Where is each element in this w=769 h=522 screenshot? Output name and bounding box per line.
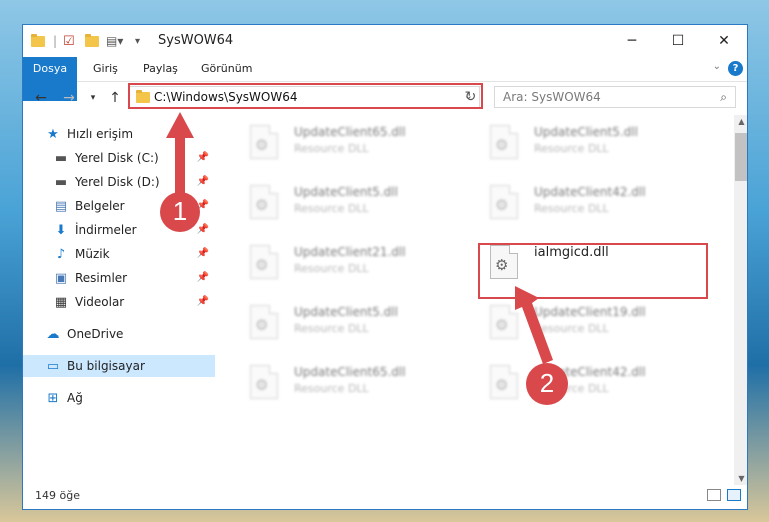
sidebar-item-pictures[interactable]: ▣ Resimler 📌 xyxy=(23,267,215,289)
tab-view[interactable]: Görünüm xyxy=(201,57,252,81)
customize-icon[interactable]: ▤▾ xyxy=(106,33,123,49)
dll-file-icon: ⚙ xyxy=(490,125,518,159)
download-icon: ⬇ xyxy=(55,222,67,238)
address-highlight xyxy=(128,83,483,109)
dll-file-icon: ⚙ xyxy=(250,305,278,339)
properties-icon[interactable]: ☑ xyxy=(63,33,75,49)
callout-number-1: 1 xyxy=(172,196,188,226)
music-icon: ♪ xyxy=(56,246,66,262)
ribbon-tabs: Dosya Giriş Paylaş Görünüm ⌄ ? xyxy=(23,57,747,101)
list-item[interactable]: ⚙ UpdateClient65.dll Resource DLL xyxy=(238,121,468,165)
folder-icon xyxy=(31,33,45,49)
file-name: UpdateClient42.dll xyxy=(534,185,646,199)
sidebar-item-videos[interactable]: ▦ Videolar 📌 xyxy=(23,291,215,313)
recent-locations-icon[interactable]: ▾ xyxy=(83,87,103,109)
search-icon: ⌕ xyxy=(720,90,727,104)
sidebar-item-label: Videolar xyxy=(75,295,125,309)
sidebar-item-label: Yerel Disk (C:) xyxy=(75,151,159,165)
tab-home[interactable]: Giriş xyxy=(93,57,118,81)
file-name: UpdateClient5.dll xyxy=(294,185,398,199)
sidebar-item-label: Yerel Disk (D:) xyxy=(75,175,160,189)
tab-share[interactable]: Paylaş xyxy=(143,57,178,81)
documents-icon: ▤ xyxy=(54,198,68,214)
computer-icon: ▭ xyxy=(46,358,60,374)
drive-icon: ▬ xyxy=(54,150,68,166)
details-view-icon[interactable] xyxy=(707,489,721,501)
dll-file-icon: ⚙ xyxy=(250,245,278,279)
list-item[interactable]: ⚙ UpdateClient5.dll Resource DLL xyxy=(478,121,708,165)
title-bar: | ☑ ▤▾ ▾ SysWOW64 ─ ☐ ✕ xyxy=(23,25,747,57)
pictures-icon: ▣ xyxy=(54,270,68,286)
close-button[interactable]: ✕ xyxy=(701,25,747,57)
search-placeholder: Ara: SysWOW64 xyxy=(503,90,601,104)
pin-icon: 📌 xyxy=(196,296,209,307)
sidebar-item-label: Hızlı erişim xyxy=(67,127,134,141)
sidebar-item-onedrive[interactable]: ☁ OneDrive xyxy=(23,323,215,345)
sidebar-item-label: Ağ xyxy=(67,391,83,405)
up-icon[interactable]: ↑ xyxy=(105,87,125,109)
file-name: UpdateClient65.dll xyxy=(294,365,406,379)
video-icon: ▦ xyxy=(54,294,68,310)
help-icon[interactable]: ? xyxy=(728,61,743,76)
drive-icon: ▬ xyxy=(54,174,68,190)
file-name: UpdateClient21.dll xyxy=(294,245,406,259)
pin-icon: 📌 xyxy=(196,272,209,283)
callout-number-2: 2 xyxy=(539,368,555,398)
dll-file-icon: ⚙ xyxy=(250,125,278,159)
file-type: Resource DLL xyxy=(294,382,369,395)
window-title: SysWOW64 xyxy=(158,33,234,48)
sidebar-item-network[interactable]: ⊞ Ağ xyxy=(23,387,215,409)
explorer-window: | ☑ ▤▾ ▾ SysWOW64 ─ ☐ ✕ Dosya Giriş Payl… xyxy=(22,24,748,510)
maximize-button[interactable]: ☐ xyxy=(655,25,701,57)
new-folder-icon[interactable] xyxy=(85,33,99,49)
file-type: Resource DLL xyxy=(294,202,369,215)
file-type: Resource DLL xyxy=(294,262,369,275)
sidebar-item-label: Belgeler xyxy=(75,199,125,213)
large-icons-view-icon[interactable] xyxy=(727,489,741,501)
separator: | xyxy=(53,34,58,48)
sidebar-item-label: OneDrive xyxy=(67,327,124,341)
scrollbar-thumb[interactable] xyxy=(735,133,747,181)
list-item[interactable]: ⚙ UpdateClient5.dll Resource DLL xyxy=(238,301,468,345)
file-name: UpdateClient5.dll xyxy=(294,305,398,319)
forward-icon[interactable]: → xyxy=(59,87,79,109)
star-icon: ★ xyxy=(47,126,59,142)
file-list: ⚙ UpdateClient65.dll Resource DLL ⚙ Upda… xyxy=(228,115,733,485)
scroll-down-icon[interactable]: ▼ xyxy=(734,474,747,483)
sidebar-item-label: Bu bilgisayar xyxy=(67,359,145,373)
file-name: UpdateClient5.dll xyxy=(534,125,638,139)
file-type: Resource DLL xyxy=(534,202,609,215)
pin-icon: 📌 xyxy=(196,248,209,259)
navigation-bar: ← → ▾ ↑ C:\Windows\SysWOW64 ⌄ ↻ Ara: Sys… xyxy=(23,82,747,114)
file-name: UpdateClient65.dll xyxy=(294,125,406,139)
file-type: Resource DLL xyxy=(534,142,609,155)
back-icon[interactable]: ← xyxy=(31,87,51,109)
list-item[interactable]: ⚙ UpdateClient21.dll Resource DLL xyxy=(238,241,468,285)
sidebar-item-label: Resimler xyxy=(75,271,128,285)
list-item[interactable]: ⚙ UpdateClient42.dll Resource DLL xyxy=(478,181,708,225)
sidebar-item-music[interactable]: ♪ Müzik 📌 xyxy=(23,243,215,265)
file-type: Resource DLL xyxy=(294,142,369,155)
search-input[interactable]: Ara: SysWOW64 ⌕ xyxy=(494,86,736,108)
cloud-icon: ☁ xyxy=(46,326,60,342)
minimize-button[interactable]: ─ xyxy=(609,25,655,57)
status-bar: 149 öğe xyxy=(23,483,747,509)
sidebar-item-this-pc[interactable]: ▭ Bu bilgisayar xyxy=(23,355,215,377)
dll-file-icon: ⚙ xyxy=(250,365,278,399)
vertical-scrollbar[interactable]: ▲ ▼ xyxy=(734,115,747,485)
network-icon: ⊞ xyxy=(47,390,59,406)
ribbon-expand-icon[interactable]: ⌄ xyxy=(713,61,721,72)
item-count: 149 öğe xyxy=(35,489,80,502)
dll-file-icon: ⚙ xyxy=(250,185,278,219)
list-item[interactable]: ⚙ UpdateClient65.dll Resource DLL xyxy=(238,361,468,405)
sidebar-item-label: Müzik xyxy=(75,247,110,261)
list-item[interactable]: ⚙ UpdateClient5.dll Resource DLL xyxy=(238,181,468,225)
dll-file-icon: ⚙ xyxy=(490,185,518,219)
chevron-down-icon[interactable]: ▾ xyxy=(135,33,140,49)
sidebar-item-label: İndirmeler xyxy=(75,223,137,237)
file-type: Resource DLL xyxy=(294,322,369,335)
scroll-up-icon[interactable]: ▲ xyxy=(734,117,747,126)
